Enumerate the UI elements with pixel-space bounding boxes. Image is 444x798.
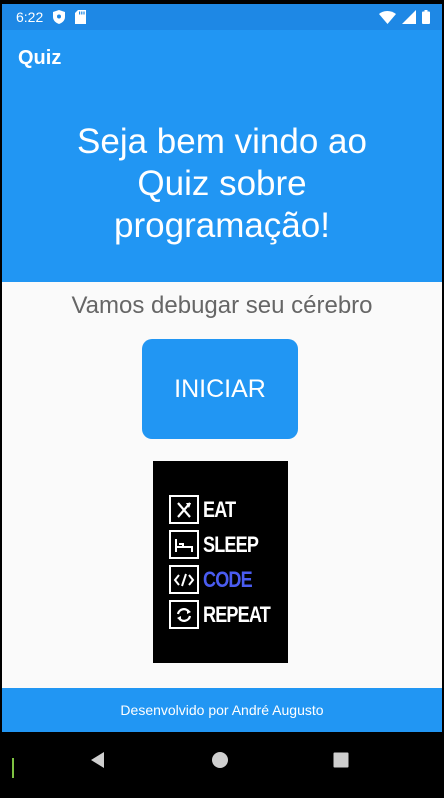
battery-icon (422, 10, 430, 24)
poster-row-repeat: REPEAT (169, 600, 288, 629)
welcome-banner: Seja bem vindo ao Quiz sobre programação… (2, 86, 442, 282)
app-title: Quiz (18, 46, 62, 69)
poster-word: SLEEP (203, 531, 259, 557)
refresh-icon (169, 600, 199, 629)
code-icon (169, 565, 199, 594)
navigation-bar (0, 732, 444, 798)
subtitle: Vamos debugar seu cérebro (71, 292, 373, 319)
cursor-indicator (12, 758, 14, 778)
home-icon[interactable] (206, 746, 234, 774)
poster-row-code: CODE (169, 565, 288, 594)
poster-word: EAT (203, 496, 236, 522)
bed-icon (169, 530, 199, 559)
poster-word: CODE (203, 566, 253, 592)
app-screen: 6:22 Quiz Seja bem vindo ao Quiz sobre p… (2, 4, 442, 732)
footer: Desenvolvido por André Augusto (2, 688, 442, 732)
start-button[interactable]: INICIAR (142, 339, 298, 439)
eat-sleep-code-repeat-image: EAT SLEEP CODE REPEAT (153, 461, 288, 663)
status-bar: 6:22 (2, 4, 442, 30)
status-time: 6:22 (16, 9, 44, 25)
welcome-title: Seja bem vindo ao Quiz sobre programação… (77, 122, 367, 245)
fork-knife-icon (169, 495, 199, 524)
poster-row-eat: EAT (169, 495, 288, 524)
phone-frame: 6:22 Quiz Seja bem vindo ao Quiz sobre p… (0, 0, 444, 798)
footer-credit: Desenvolvido por André Augusto (120, 702, 324, 718)
recents-icon[interactable] (327, 746, 355, 774)
wifi-icon (379, 10, 396, 24)
shield-icon (53, 10, 66, 24)
app-bar: Quiz (2, 30, 442, 86)
poster-word: REPEAT (203, 601, 271, 627)
sd-card-icon (75, 10, 87, 24)
poster-row-sleep: SLEEP (169, 530, 288, 559)
back-icon[interactable] (84, 746, 112, 774)
signal-icon (402, 10, 416, 24)
